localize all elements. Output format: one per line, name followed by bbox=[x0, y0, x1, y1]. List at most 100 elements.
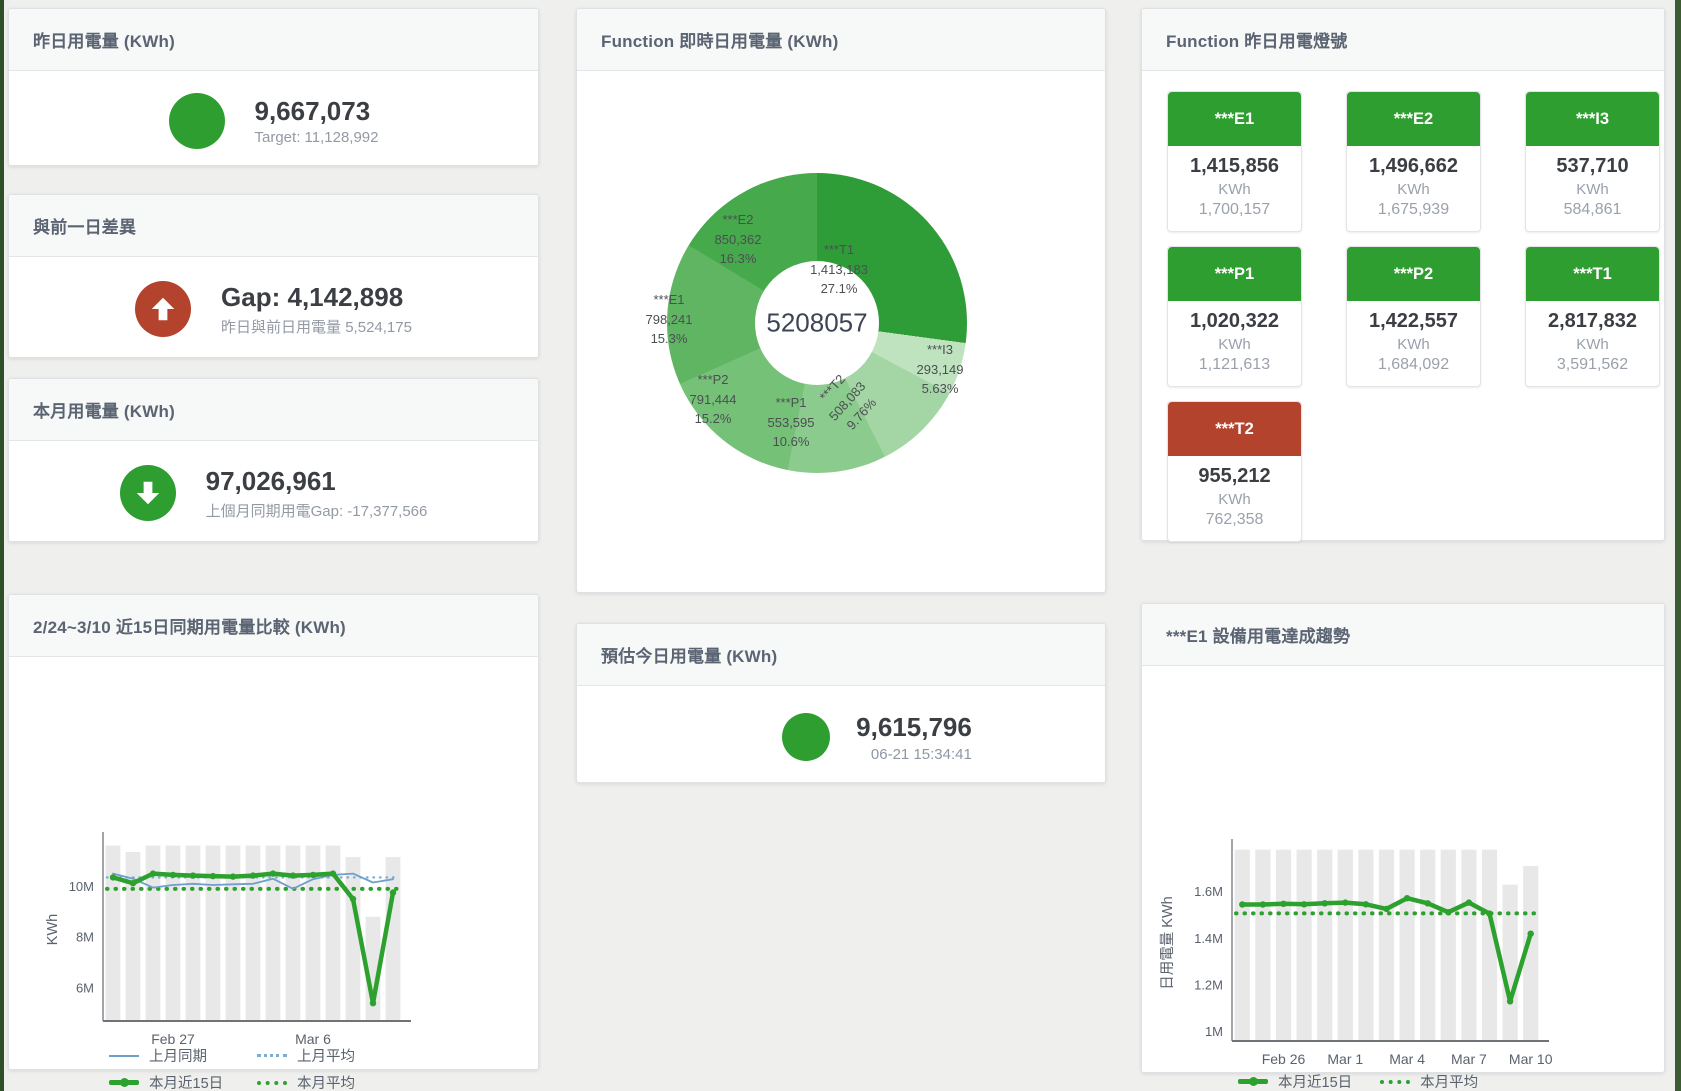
left-edge-strip bbox=[0, 0, 4, 1091]
svg-text:1M: 1M bbox=[1205, 1024, 1223, 1039]
svg-text:Feb 26: Feb 26 bbox=[1262, 1051, 1306, 1067]
card-e1-trend-chart: ***E1 設備用電達成趨勢 1M1.2M1.4M1.6MFeb 26Mar 1… bbox=[1141, 603, 1665, 1073]
tile-unit: KWh bbox=[1349, 336, 1478, 353]
tile-header: ***E2 bbox=[1347, 92, 1480, 146]
svg-text:8M: 8M bbox=[76, 930, 94, 945]
status-circle-icon bbox=[782, 713, 830, 761]
compare-chart-svg[interactable]: 6M8M10MFeb 27Mar 6KWh bbox=[39, 828, 479, 1060]
stat-row: 97,026,961 上個月同期用電Gap: -17,377,566 bbox=[9, 441, 538, 545]
panel-title: 2/24~3/10 近15日同期用電量比較 (KWh) bbox=[33, 613, 514, 638]
stat-value: 9,667,073 bbox=[255, 95, 379, 128]
status-tile-grid: ***E1 1,415,856 KWh 1,700,157 ***E2 1,496,662… bbox=[1142, 71, 1664, 542]
svg-text:6M: 6M bbox=[76, 980, 94, 995]
stat-subtext: 上個月同期用電Gap: -17,377,566 bbox=[206, 500, 428, 521]
tile-subvalue: 1,675,939 bbox=[1349, 201, 1478, 219]
panel-header: 預估今日用電量 (KWh) bbox=[577, 624, 1105, 686]
panel-title: Function 即時日用電量 (KWh) bbox=[601, 27, 1081, 52]
tile-header: ***E1 bbox=[1168, 92, 1301, 146]
stat-value: 97,026,961 bbox=[206, 465, 428, 498]
legend-item[interactable]: 本月近15日 bbox=[109, 1072, 257, 1091]
tile-header: ***T2 bbox=[1168, 402, 1301, 456]
svg-text:日用電量 KWh: 日用電量 KWh bbox=[1160, 896, 1176, 989]
status-tile: ***T1 2,817,832 KWh 3,591,562 bbox=[1525, 246, 1660, 387]
legend-item[interactable]: 本月平均 bbox=[257, 1072, 355, 1091]
tile-unit: KWh bbox=[1170, 181, 1299, 198]
tile-subvalue: 1,684,092 bbox=[1349, 356, 1478, 374]
panel-header: ***E1 設備用電達成趨勢 bbox=[1142, 604, 1664, 666]
tile-unit: KWh bbox=[1170, 491, 1299, 508]
tile-header: ***P1 bbox=[1168, 247, 1301, 301]
compare-chart-legend: 上月同期上月平均本月近15日本月平均Target bbox=[109, 1045, 355, 1091]
card-status-lights: Function 昨日用電燈號 ***E1 1,415,856 KWh 1,700,1… bbox=[1141, 8, 1665, 541]
stat-row: Gap: 4,142,898 昨日與前日用電量 5,524,175 bbox=[9, 257, 538, 361]
stat-subtext: Target: 11,128,992 bbox=[255, 129, 379, 146]
trend-chart-svg[interactable]: 1M1.2M1.4M1.6MFeb 26Mar 1Mar 4Mar 7Mar 1… bbox=[1158, 835, 1618, 1079]
tile-value: 1,422,557 bbox=[1349, 310, 1478, 333]
panel-title: 本月用電量 (KWh) bbox=[33, 397, 514, 422]
svg-text:1.2M: 1.2M bbox=[1194, 978, 1223, 993]
dash-green-swatch-icon bbox=[1380, 1080, 1410, 1084]
tile-subvalue: 1,700,157 bbox=[1170, 201, 1299, 219]
card-realtime-donut: Function 即時日用電量 (KWh) 5208057 ***T11,413… bbox=[576, 8, 1106, 593]
svg-text:Mar 1: Mar 1 bbox=[1327, 1051, 1363, 1067]
tile-value: 537,710 bbox=[1528, 155, 1657, 178]
tile-value: 955,212 bbox=[1170, 465, 1299, 488]
donut-chart-area: 5208057 ***T11,413,18327.1% ***I3293,1495… bbox=[577, 67, 1107, 594]
svg-text:Mar 4: Mar 4 bbox=[1389, 1051, 1425, 1067]
card-yesterday-usage: 昨日用電量 (KWh) 9,667,073 Target: 11,128,992 bbox=[8, 8, 539, 166]
stat-subtext: 昨日與前日用電量 5,524,175 bbox=[221, 316, 412, 337]
legend-item[interactable]: 本月近15日 bbox=[1238, 1071, 1352, 1091]
status-tile: ***E21,496,662KWh1,675,939 bbox=[1346, 91, 1481, 232]
tile-subvalue: 762,358 bbox=[1170, 511, 1299, 529]
line-green-thick-swatch-icon bbox=[109, 1080, 139, 1085]
tile-subvalue: 584,861 bbox=[1528, 201, 1657, 219]
stat-value: Gap: 4,142,898 bbox=[221, 281, 412, 314]
status-tile: ***I3 537,710 KWh 584,861 bbox=[1525, 91, 1660, 232]
legend-item[interactable]: 本月平均 bbox=[1380, 1071, 1478, 1091]
tile-header: ***I3 bbox=[1526, 92, 1659, 146]
tile-header: ***P2 bbox=[1347, 247, 1480, 301]
legend-item[interactable]: 上月平均 bbox=[257, 1045, 355, 1066]
panel-header: 昨日用電量 (KWh) bbox=[9, 9, 538, 71]
dash-green-swatch-icon bbox=[257, 1081, 287, 1085]
status-tile: ***P11,020,322KWh1,121,613 bbox=[1167, 246, 1302, 387]
legend-item[interactable]: 上月同期 bbox=[109, 1045, 257, 1066]
panel-header: Function 即時日用電量 (KWh) bbox=[577, 9, 1105, 71]
tile-value: 1,415,856 bbox=[1170, 155, 1299, 178]
donut-slice-label: ***E1798,24115.3% bbox=[646, 290, 693, 349]
donut-center-value: 5208057 bbox=[766, 308, 867, 339]
card-day-gap: 與前一日差異 Gap: 4,142,898 昨日與前日用電量 5,524,175 bbox=[8, 194, 539, 358]
tile-value: 1,020,322 bbox=[1170, 310, 1299, 333]
card-month-usage: 本月用電量 (KWh) 97,026,961 上個月同期用電Gap: -17,3… bbox=[8, 378, 539, 542]
svg-text:Mar 7: Mar 7 bbox=[1451, 1051, 1487, 1067]
legend-label: 本月平均 bbox=[1420, 1071, 1478, 1091]
dash-blue-swatch-icon bbox=[257, 1054, 287, 1057]
legend-label: 上月同期 bbox=[149, 1045, 207, 1066]
tile-value: 2,817,832 bbox=[1528, 310, 1657, 333]
stat-row: 9,615,796 06-21 15:34:41 bbox=[649, 686, 1105, 788]
trend-chart-legend: 本月近15日本月平均Target bbox=[1238, 1071, 1478, 1091]
tile-value: 1,496,662 bbox=[1349, 155, 1478, 178]
stat-timestamp: 06-21 15:34:41 bbox=[856, 746, 972, 763]
legend-label: 本月近15日 bbox=[149, 1072, 223, 1091]
tile-subvalue: 3,591,562 bbox=[1528, 356, 1657, 374]
line-green-thick-swatch-icon bbox=[1238, 1079, 1268, 1084]
panel-title: ***E1 設備用電達成趨勢 bbox=[1166, 622, 1640, 647]
donut-slice-label: ***T11,413,18327.1% bbox=[810, 240, 868, 299]
status-tile: ***T2 955,212 KWh 762,358 bbox=[1167, 401, 1302, 542]
svg-text:KWh: KWh bbox=[45, 914, 61, 945]
legend-label: 本月近15日 bbox=[1278, 1071, 1352, 1091]
panel-title: Function 昨日用電燈號 bbox=[1166, 27, 1640, 52]
legend-label: 本月平均 bbox=[297, 1072, 355, 1091]
line-blue-swatch-icon bbox=[109, 1055, 139, 1057]
card-today-estimate: 預估今日用電量 (KWh) 9,615,796 06-21 15:34:41 bbox=[576, 623, 1106, 783]
donut-slice-label: ***I3293,1495.63% bbox=[917, 340, 964, 399]
panel-header: 本月用電量 (KWh) bbox=[9, 379, 538, 441]
tile-unit: KWh bbox=[1528, 336, 1657, 353]
donut-slice-label: ***P2791,44415.2% bbox=[690, 370, 737, 429]
status-tile: ***E1 1,415,856 KWh 1,700,157 bbox=[1167, 91, 1302, 232]
tile-unit: KWh bbox=[1528, 181, 1657, 198]
svg-text:1.4M: 1.4M bbox=[1194, 931, 1223, 946]
panel-title: 預估今日用電量 (KWh) bbox=[601, 642, 1081, 667]
tile-header: ***T1 bbox=[1526, 247, 1659, 301]
